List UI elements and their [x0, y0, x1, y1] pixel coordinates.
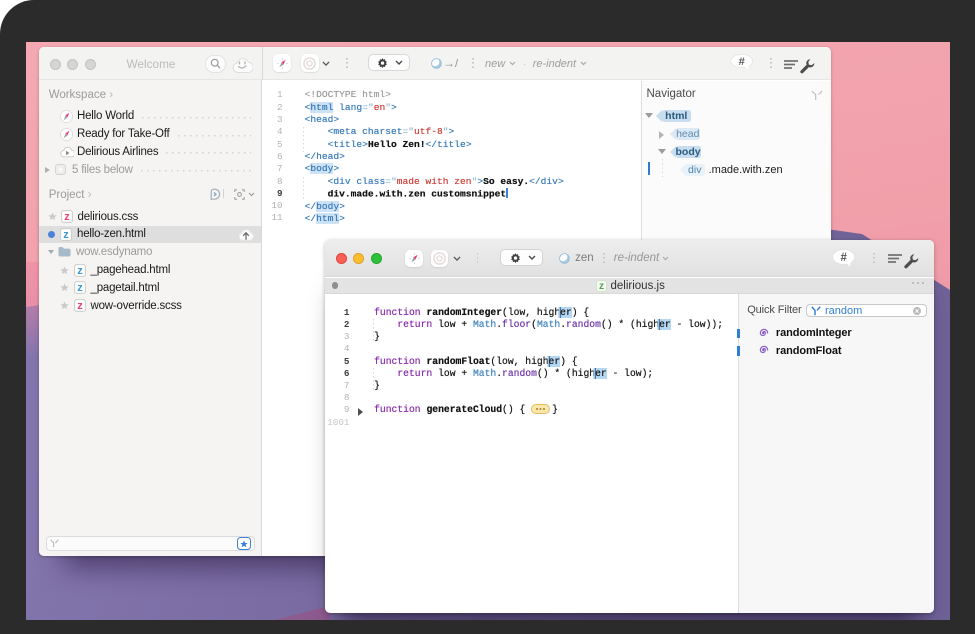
svg-text:z: z: [64, 211, 70, 223]
svg-text:z: z: [63, 229, 69, 241]
svg-text:z: z: [77, 265, 83, 277]
svg-text:#: #: [841, 252, 848, 264]
svg-text:z: z: [77, 300, 83, 312]
svg-text:z: z: [598, 281, 603, 292]
svg-text:z: z: [77, 282, 83, 294]
svg-text:#: #: [738, 56, 744, 68]
